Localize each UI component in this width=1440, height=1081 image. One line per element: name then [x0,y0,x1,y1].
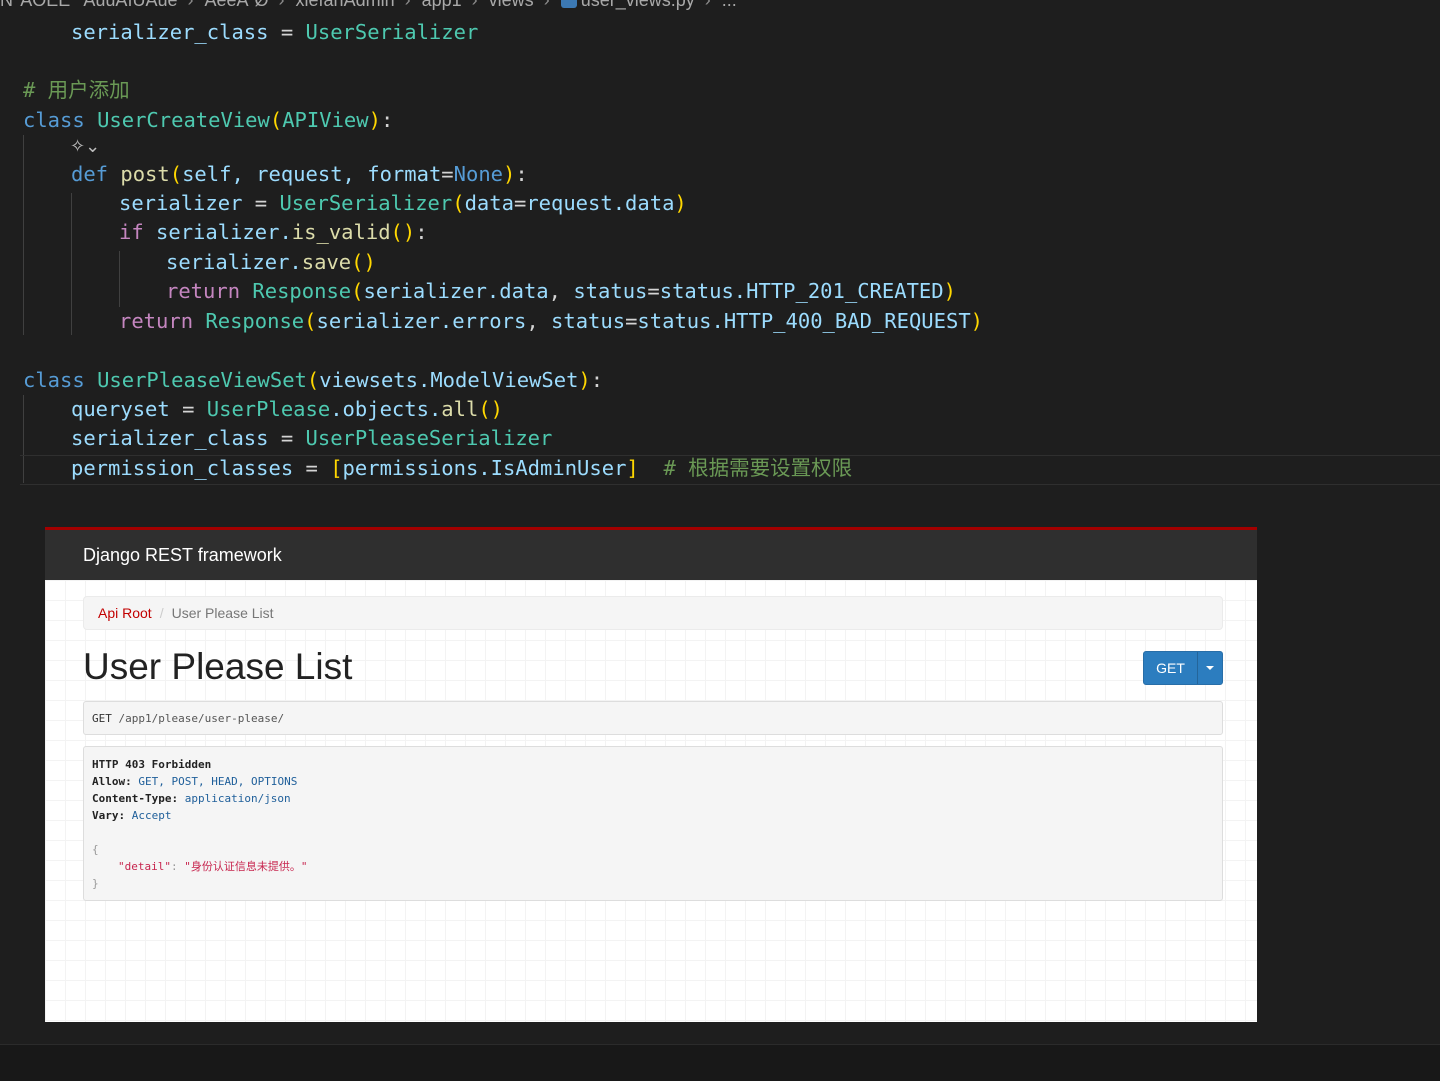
response-header-allow: Allow: GET, POST, HEAD, OPTIONS [92,775,298,788]
code-line: queryset = UserPlease.objects.all() [71,397,504,421]
code-line: class UserCreateView(APIView): [23,108,394,132]
get-button[interactable]: GET [1144,652,1198,684]
code-line: if serializer.is_valid(): [119,220,428,244]
json-close-brace: } [92,877,99,890]
breadcrumb-segment[interactable]: views [489,0,534,10]
code-line: serializer_class = UserSerializer [71,20,479,44]
indent-guide [71,193,72,335]
json-detail-line: "detail": "身份认证信息未提供。" [118,860,308,873]
breadcrumb-segment[interactable]: xiefanAdmin [296,0,395,10]
response-header-vary: Vary: Accept [92,809,172,822]
breadcrumb-separator: / [159,605,164,621]
get-button-group[interactable]: GET [1143,651,1223,685]
caret-down-icon [1206,666,1214,670]
breadcrumb-current: User Please List [171,605,274,621]
drf-breadcrumb: Api Root / User Please List [83,596,1223,630]
response-status: HTTP 403 Forbidden [92,758,212,771]
code-line: serializer_class = UserPleaseSerializer [71,426,553,450]
breadcrumb-segment[interactable]: Ñ°ÂÖÉÊ¨°ÂüüÂïÜÂüé [0,0,177,10]
breadcrumb-segment[interactable]: ÂêéÁ´Ø [204,0,268,10]
response-info: HTTP 403 Forbidden Allow: GET, POST, HEA… [83,746,1223,901]
code-line: def post(self, request, format=None): [71,162,528,186]
drf-content: Api Root / User Please List User Please … [45,580,1257,1022]
drf-navbar: Django REST framework [45,527,1257,580]
breadcrumb-more[interactable]: ... [722,0,737,10]
code-comment: # 用户添加 [23,78,130,102]
request-method: GET [92,711,112,725]
breadcrumb-api-root-link[interactable]: Api Root [98,605,152,621]
python-file-icon [560,0,577,9]
code-line: return Response(serializer.errors, statu… [119,309,984,333]
format-dropdown-toggle[interactable] [1198,652,1222,684]
breadcrumb-segment[interactable]: app1 [422,0,462,10]
breadcrumb-file[interactable]: user_views.py [581,0,695,10]
code-lens-icon[interactable]: ✧⌄ [70,136,100,157]
code-line: serializer.save() [166,250,376,274]
indent-guide [119,251,120,307]
json-open-brace: { [92,843,99,856]
code-line: class UserPleaseViewSet(viewsets.ModelVi… [23,368,604,392]
code-line: serializer = UserSerializer(data=request… [119,191,687,215]
drf-browser-panel: Django REST framework Api Root / User Pl… [45,527,1257,1022]
editor-breadcrumb: Ñ°ÂÖÉÊ¨°ÂüüÂïÜÂüé › ÂêéÁ´Ø › xiefanAdmin › … [0,0,1440,12]
code-line: return Response(serializer.data, status=… [166,279,956,303]
request-info: GET /app1/please/user-please/ [83,701,1223,735]
code-line: permission_classes = [permissions.IsAdmi… [71,456,853,480]
page-title: User Please List [83,646,353,687]
response-header-content-type: Content-Type: application/json [92,792,291,805]
request-path: /app1/please/user-please/ [118,711,285,725]
drf-brand-link[interactable]: Django REST framework [83,545,282,566]
indent-guide [23,135,24,335]
editor-bottom-panel [0,1044,1440,1081]
